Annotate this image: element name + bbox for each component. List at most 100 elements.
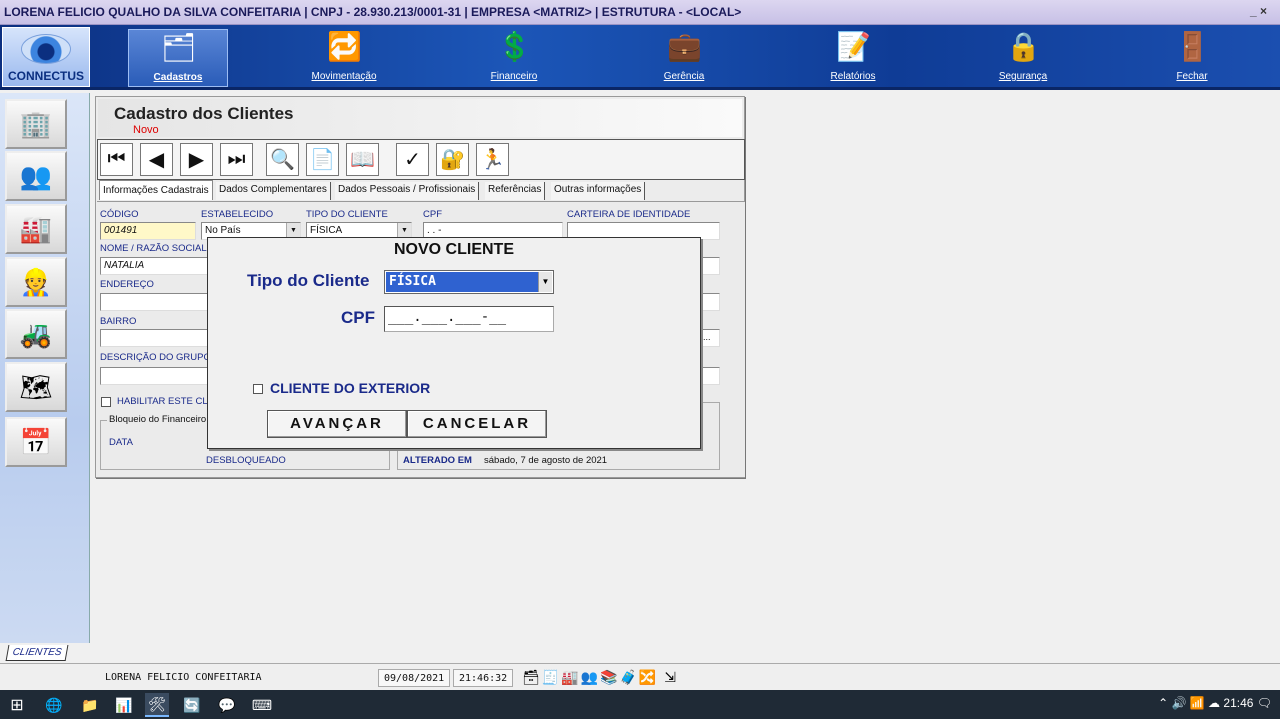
bloqueio-group-label: Bloqueio do Financeiro: [107, 414, 209, 425]
avancar-button[interactable]: AVANÇAR: [267, 410, 407, 438]
cliente-exterior-checkbox[interactable]: [253, 384, 263, 394]
bairro-label: BAIRRO: [100, 316, 137, 327]
exit-runner-icon[interactable]: 🏃: [476, 143, 509, 176]
cpf-dialog-field[interactable]: ___.___.___-__: [384, 306, 554, 332]
estabelecido-value: No País: [205, 225, 241, 236]
search-icon[interactable]: 🔍: [266, 143, 299, 176]
module-label: Relatórios: [830, 71, 876, 82]
sidebar-mapa-icon[interactable]: 🗺: [5, 362, 67, 412]
taskbar-clock[interactable]: 21:46: [1223, 696, 1253, 710]
tipo-cliente-dialog-label: Tipo do Cliente: [247, 271, 370, 290]
codigo-field[interactable]: 001491: [100, 222, 196, 240]
file-explorer-icon[interactable]: 📁: [78, 693, 102, 717]
record-toolbar: ⏮ ◀ ▶ ⏭ 🔍 📄 📖 ✓ 🔐 🏃: [97, 139, 745, 180]
endereco-label: ENDEREÇO: [100, 279, 154, 290]
bairro-lookup-button[interactable]: ...: [701, 329, 720, 347]
status-shortcut-icons[interactable]: 🗃🧾🏭👥📚🧳🔀 ⇲: [522, 669, 678, 686]
cancelar-button[interactable]: CANCELAR: [407, 410, 547, 438]
clientes-window-tab[interactable]: CLIENTES: [5, 645, 69, 661]
seguranca-icon: 🔒: [1006, 31, 1041, 62]
windows-taskbar: ⊞ 🌐 📁 📊 🛠 🔄 💬 ⌨ ⌃ 🔊 📶 ☁ 21:46 🗨: [0, 690, 1280, 719]
status-time: 21:46:32: [453, 669, 514, 687]
desbloqueado-status: DESBLOQUEADO: [206, 455, 286, 466]
module-seguranca-button[interactable]: 🔒 Segurança: [973, 29, 1073, 87]
habilitar-checkbox[interactable]: [101, 397, 111, 407]
tipo-cliente-value: FÍSICA: [310, 225, 343, 236]
alterado-em-value: sábado, 7 de agosto de 2021: [484, 455, 608, 466]
sidebar-clientes-icon[interactable]: 👥: [5, 151, 67, 201]
movimentacao-icon: 🔁: [327, 31, 362, 62]
tipo-cliente-label: TIPO DO CLIENTE: [306, 209, 388, 220]
financeiro-icon: 💲: [497, 31, 532, 62]
gerencia-icon: 💼: [667, 31, 702, 62]
fechar-icon: 🚪: [1175, 31, 1210, 62]
system-tray: ⌃ 🔊 📶 ☁ 21:46 🗨: [1158, 696, 1272, 710]
window-title: LORENA FELICIO QUALHO DA SILVA CONFEITAR…: [4, 5, 742, 19]
module-movimentacao-button[interactable]: 🔁 Movimentação: [294, 29, 394, 87]
first-record-icon[interactable]: ⏮: [100, 143, 133, 176]
sidebar-produtos-icon[interactable]: 🚜: [5, 309, 67, 359]
estabelecido-label: ESTABELECIDO: [201, 209, 274, 220]
notifications-icon[interactable]: 🗨: [1257, 696, 1272, 710]
nome-label: NOME / RAZÃO SOCIAL: [100, 243, 207, 254]
module-label: Cadastros: [153, 72, 203, 83]
copy-icon[interactable]: 📄: [306, 143, 339, 176]
module-label: Gerência: [663, 71, 705, 82]
lock-icon[interactable]: 🔐: [436, 143, 469, 176]
logo-name: CONNECTUS: [7, 69, 84, 83]
form-mode: Novo: [133, 124, 159, 136]
cadastros-icon: 🗂: [161, 32, 197, 63]
tab-dados-complementares[interactable]: Dados Complementares: [216, 182, 331, 200]
whatsapp-icon[interactable]: 💬: [215, 693, 239, 717]
relatorios-icon: 📝: [836, 31, 871, 62]
next-record-icon[interactable]: ▶: [180, 143, 213, 176]
status-company: LORENA FELICIO CONFEITARIA: [105, 672, 262, 683]
cpf-label: CPF: [423, 209, 442, 220]
windows-start-icon[interactable]: ⊞: [5, 693, 29, 717]
module-label: Segurança: [998, 71, 1048, 82]
vscode-icon[interactable]: ⌨: [250, 693, 274, 717]
window-titlebar: LORENA FELICIO QUALHO DA SILVA CONFEITAR…: [0, 0, 1280, 25]
connectus-logo: CONNECTUS: [2, 27, 90, 87]
codigo-label: CÓDIGO: [100, 209, 139, 220]
sidebar-fornecedores-icon[interactable]: 🏭: [5, 204, 67, 254]
module-cadastros-button[interactable]: 🗂 Cadastros: [128, 29, 228, 87]
tab-dados-pessoais[interactable]: Dados Pessoais / Profissionais: [335, 182, 480, 200]
module-relatorios-button[interactable]: 📝 Relatórios: [803, 29, 903, 87]
sidebar-empresas-icon[interactable]: 🏢: [5, 99, 67, 149]
status-date: 09/08/2021: [378, 669, 451, 687]
connectus-app-icon[interactable]: 🛠: [145, 693, 169, 717]
left-sidebar: 🏢 👥 🏭 👷 🚜 🗺 📅: [0, 93, 90, 643]
alterado-em-label: ALTERADO EM: [403, 455, 472, 466]
tipo-cliente-dialog-value: FÍSICA: [386, 272, 538, 292]
module-toolbar: CONNECTUS 🗂 Cadastros 🔁 Movimentação 💲 F…: [0, 25, 1280, 90]
book-icon[interactable]: 📖: [346, 143, 379, 176]
tipo-cliente-dialog-select[interactable]: FÍSICA ▼: [384, 270, 554, 294]
tab-outras-informacoes[interactable]: Outras informações: [551, 182, 646, 200]
sidebar-funcionarios-icon[interactable]: 👷: [5, 257, 67, 307]
app-icon[interactable]: 🔄: [180, 693, 204, 717]
tab-informacoes-cadastrais[interactable]: Informações Cadastrais: [99, 180, 213, 200]
dialog-title: NOVO CLIENTE: [393, 241, 514, 258]
last-record-icon[interactable]: ⏭: [220, 143, 253, 176]
prev-record-icon[interactable]: ◀: [140, 143, 173, 176]
tab-referencias[interactable]: Referências: [485, 182, 546, 200]
window-controls[interactable]: _ ×: [1250, 4, 1267, 18]
grupo-label: DESCRIÇÃO DO GRUPO: [100, 352, 211, 363]
chrome-icon[interactable]: 🌐: [42, 693, 66, 717]
chevron-down-icon[interactable]: ▼: [538, 272, 552, 292]
sidebar-agenda-icon[interactable]: 📅: [5, 417, 67, 467]
excel-icon[interactable]: 📊: [112, 693, 136, 717]
module-label: Fechar: [1176, 71, 1208, 82]
form-header: Cadastro dos Clientes Novo: [98, 99, 742, 137]
confirm-check-icon[interactable]: ✓: [396, 143, 429, 176]
module-fechar-button[interactable]: 🚪 Fechar: [1142, 29, 1242, 87]
identidade-label: CARTEIRA DE IDENTIDADE: [567, 209, 691, 220]
cliente-exterior-label: CLIENTE DO EXTERIOR: [270, 380, 431, 396]
habilitar-label: HABILITAR ESTE CL: [117, 396, 208, 407]
module-financeiro-button[interactable]: 💲 Financeiro: [464, 29, 564, 87]
logo-eye-icon: [21, 34, 71, 64]
form-title: Cadastro dos Clientes: [114, 104, 294, 123]
tray-icons[interactable]: ⌃ 🔊 📶 ☁: [1158, 696, 1223, 710]
module-gerencia-button[interactable]: 💼 Gerência: [634, 29, 734, 87]
